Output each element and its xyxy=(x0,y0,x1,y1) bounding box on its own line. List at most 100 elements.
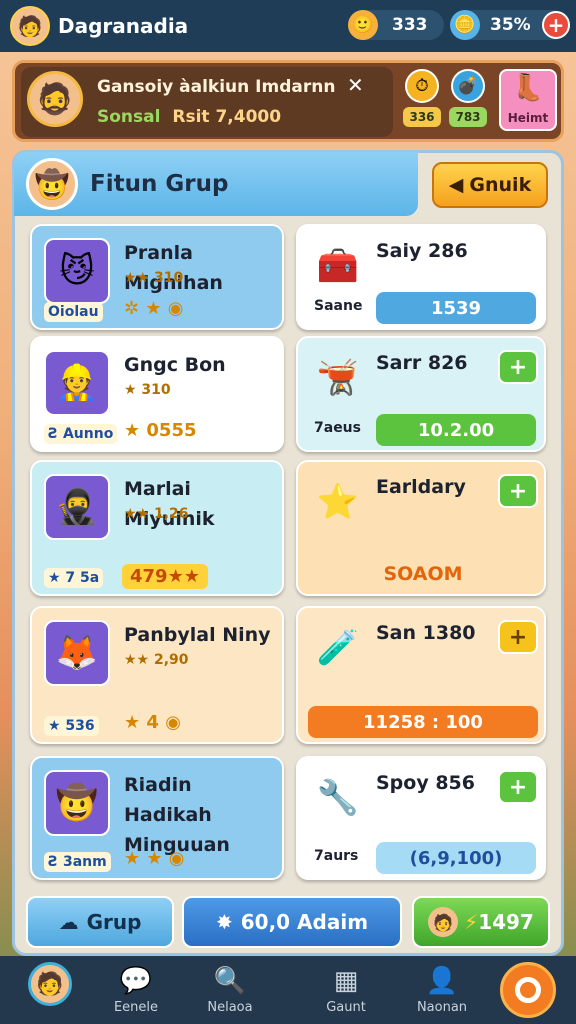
clock-icon: ⏱ xyxy=(405,69,439,103)
hero-name: Pranla Mignihan xyxy=(124,242,223,294)
hero-rating: ★★ 1,26 xyxy=(124,506,189,522)
banner-title: Gansoiy àalkiun Imdarnn xyxy=(97,77,336,97)
hero-rating: ★ 310 xyxy=(124,382,171,398)
reward-card[interactable]: 🔧 Spoy 856 + 7aurs (6,9,100) xyxy=(296,756,546,880)
reward-card[interactable]: 🫕 Sarr 826 + 7aeus 10.2.00 xyxy=(296,336,546,452)
fox-icon: 🦊 xyxy=(44,620,110,686)
hero-card[interactable]: 🥷 Marlai Miyuinik ★★ 1,26 ★ 7 5a 479★★ xyxy=(30,460,284,596)
reward-sub: Saane xyxy=(314,298,363,314)
hero-card[interactable]: 🤠 Riadin Hadikah Minguuan Ƨ 3anm ★ ★ ◉ xyxy=(30,756,284,880)
stat-bomb: 💣 783 xyxy=(447,69,489,127)
cat-hero-icon: 😼 xyxy=(44,238,110,304)
ninja-icon: 🥷 xyxy=(44,474,110,540)
hero-stats-row: 479★★ xyxy=(122,564,208,589)
grid-icon: ▦ xyxy=(333,966,359,996)
hero-name: Riadin Hadikah Minguuan xyxy=(124,774,230,856)
hero-badge: ★ 536 xyxy=(44,716,99,736)
hero-card[interactable]: 👷 Gngc Bon ★ 310 Ƨ Aunno ★ 0555 xyxy=(30,336,284,452)
banner-info: 🧔 Gansoiy àalkiun Imdarnn Sonsal Rsit 7,… xyxy=(21,67,393,137)
reward-title: San 1380 xyxy=(376,622,476,644)
bolt-icon: ⚡ xyxy=(464,910,479,934)
banner-label: Sonsal xyxy=(97,107,161,127)
reward-card[interactable]: 🧪 San 1380 + 11258 : 100 xyxy=(296,606,546,744)
nav-profile[interactable]: 🧑 xyxy=(0,962,100,1006)
hero-badge: ★ 7 5a xyxy=(44,568,104,588)
hero-badge: Oiolau xyxy=(44,302,103,322)
panel-header: 🤠 Fitun Grup xyxy=(14,152,418,216)
user-icon: 👤 xyxy=(425,966,459,996)
search-icon: 🔍 xyxy=(213,966,247,996)
add-button[interactable]: + xyxy=(498,350,538,384)
nav-grid[interactable]: ▦ Gaunt xyxy=(296,962,396,1015)
reward-title: Sarr 826 xyxy=(376,352,468,374)
bottom-nav: 🧑 💬 Eenele 🔍 Nelaoa ▦ Gaunt 👤 Naonan xyxy=(0,956,576,1024)
app-title: Dagranadia xyxy=(58,14,189,38)
hero-stats-row: ★ 4 ◉ xyxy=(124,712,181,733)
add-currency-button[interactable]: + xyxy=(542,11,570,39)
hero-name: Marlai Miyuinik xyxy=(124,478,215,530)
add-button[interactable]: + xyxy=(498,474,538,508)
top-bar: 🧑 Dagranadia 🙂 333 🪙 35% + xyxy=(0,0,576,52)
hero-rating: ★★ 310 xyxy=(124,270,184,286)
hero-rating: ★★ 2,90 xyxy=(124,652,189,668)
reward-title: Saiy 286 xyxy=(376,240,468,262)
treasure-icon: 🪙 xyxy=(450,10,480,40)
cauldron-icon: 🫕 xyxy=(316,358,360,398)
reward-title: Spoy 856 xyxy=(376,772,475,794)
hero-stats-row: ★ 0555 xyxy=(124,420,197,441)
reward-card[interactable]: ⭐ Earldary + SOAOM xyxy=(296,460,546,596)
hero-badge: Ƨ Aunno xyxy=(44,424,118,444)
banner-value: Rsit 7,4000 xyxy=(172,107,282,127)
hero-stats-row: ★ ★ ◉ xyxy=(124,848,185,869)
hero-badge: Ƨ 3anm xyxy=(44,852,111,872)
hero-name: Gngc Bon xyxy=(124,354,226,376)
tools-icon: 🔧 xyxy=(316,778,360,818)
nav-search[interactable]: 🔍 Nelaoa xyxy=(180,962,280,1015)
score-button[interactable]: 🧑 ⚡ 1497 xyxy=(412,896,550,948)
stat-clock: ⏱ 336 xyxy=(401,69,443,127)
banner-hero-icon: 🧔 xyxy=(27,71,83,127)
panel-title: Fitun Grup xyxy=(90,171,229,197)
arrow-left-icon: ◀ xyxy=(448,174,464,196)
ring-button[interactable] xyxy=(500,962,556,1018)
event-banner: 🧔 Gansoiy àalkiun Imdarnn Sonsal Rsit 7,… xyxy=(12,60,564,142)
hero-card[interactable]: 😼 Pranla Mignihan ★★ 310 Oiolau ✲ ★ ◉ xyxy=(30,224,284,330)
potion-icon: 🧪 xyxy=(316,628,360,668)
group-button[interactable]: ☁ Grup xyxy=(26,896,174,948)
nav-chat[interactable]: 💬 Eenele xyxy=(86,962,186,1015)
ring-icon xyxy=(515,977,541,1003)
chat-icon: 💬 xyxy=(119,966,153,996)
hero-name: Panbylal Niny xyxy=(124,624,271,646)
cloud-icon: ☁ xyxy=(58,910,79,934)
cowboy-icon: 🤠 xyxy=(44,770,110,836)
reward-value-bar: 1539 xyxy=(376,292,536,324)
nav-user[interactable]: 👤 Naonan xyxy=(392,962,492,1015)
hero-card[interactable]: 🦊 Panbylal Niny ★★ 2,90 ★ 536 ★ 4 ◉ xyxy=(30,606,284,744)
admin-button[interactable]: ✸ 60,0 Adaim xyxy=(182,896,402,948)
hero-stats-row: ✲ ★ ◉ xyxy=(124,298,184,319)
boot-icon: 👢 xyxy=(511,73,545,103)
reward-value-bar: 10.2.00 xyxy=(376,414,536,446)
coin-face-icon: 🙂 xyxy=(348,10,378,40)
reward-sub: 7aurs xyxy=(314,848,359,864)
boot-shop-button[interactable]: 👢 Heimt xyxy=(499,69,557,131)
add-button[interactable]: + xyxy=(498,620,538,654)
back-button[interactable]: ◀ Gnuik xyxy=(432,162,548,208)
player-avatar-icon[interactable]: 🧑 xyxy=(10,6,50,46)
reward-title: Earldary xyxy=(376,476,466,498)
chest-icon: 🧰 xyxy=(316,246,360,286)
add-button[interactable]: + xyxy=(498,770,538,804)
sparkle-icon: ✸ xyxy=(215,910,233,934)
reward-sub: 7aeus xyxy=(314,420,361,436)
coins-counter: 🙂 333 xyxy=(348,10,444,40)
close-icon[interactable]: ✕ xyxy=(347,73,364,97)
star-icon: ⭐ xyxy=(316,482,360,522)
reward-card[interactable]: 🧰 Saiy 286 Saane 1539 xyxy=(296,224,546,330)
bomb-icon: 💣 xyxy=(451,69,485,103)
reward-value-bar: (6,9,100) xyxy=(376,842,536,874)
reward-value-bar: 11258 : 100 xyxy=(308,706,538,738)
reward-value-bar: SOAOM xyxy=(383,563,463,585)
panel-hero-icon: 🤠 xyxy=(26,158,78,210)
friend-avatar-icon: 🧑 xyxy=(428,907,459,937)
profile-avatar-icon: 🧑 xyxy=(28,962,72,1006)
